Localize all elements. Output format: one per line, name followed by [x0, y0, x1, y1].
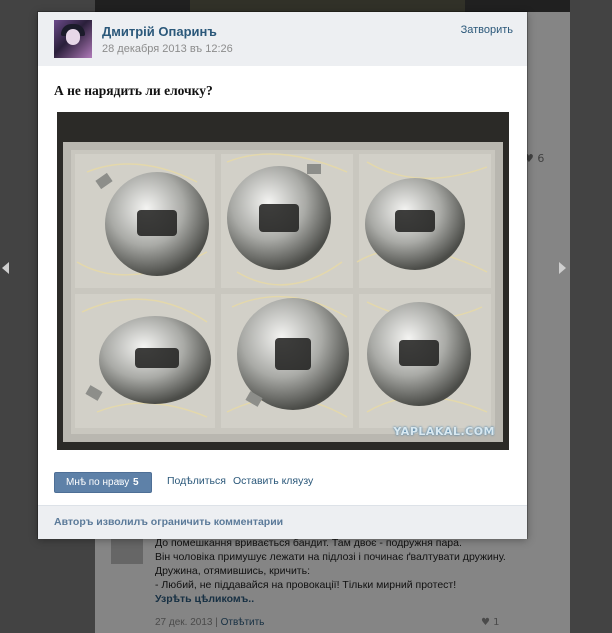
share-button[interactable]: Подѣлиться	[167, 475, 226, 487]
comments-disabled-notice: Авторъ изволилъ ограничить комментарии	[54, 516, 284, 528]
author-avatar[interactable]	[54, 20, 92, 58]
author-name[interactable]: Дмитрій Опаринъ	[102, 24, 217, 39]
post-photo[interactable]: YAPLAKAL.COM	[57, 112, 509, 450]
comments-footer: Авторъ изволилъ ограничить комментарии	[38, 505, 527, 539]
close-button[interactable]: Затворить	[461, 24, 513, 36]
like-button[interactable]: Мнѣ по нраву ♥ 5	[54, 472, 152, 493]
complain-button[interactable]: Оставить кляузу	[233, 475, 313, 487]
post-date[interactable]: 28 декабря 2013 въ 12:26	[102, 43, 233, 55]
post-text: А не нарядить ли елочку?	[54, 83, 213, 98]
heart-icon: ♥	[118, 477, 124, 488]
like-count: 5	[133, 477, 139, 488]
photo-watermark: YAPLAKAL.COM	[393, 425, 495, 438]
nav-right-arrow-icon[interactable]	[559, 262, 566, 274]
post-header: Дмитрій Опаринъ 28 декабря 2013 въ 12:26…	[38, 12, 527, 66]
nav-left-arrow-icon[interactable]	[2, 262, 9, 274]
post-modal: Дмитрій Опаринъ 28 декабря 2013 въ 12:26…	[38, 12, 527, 539]
